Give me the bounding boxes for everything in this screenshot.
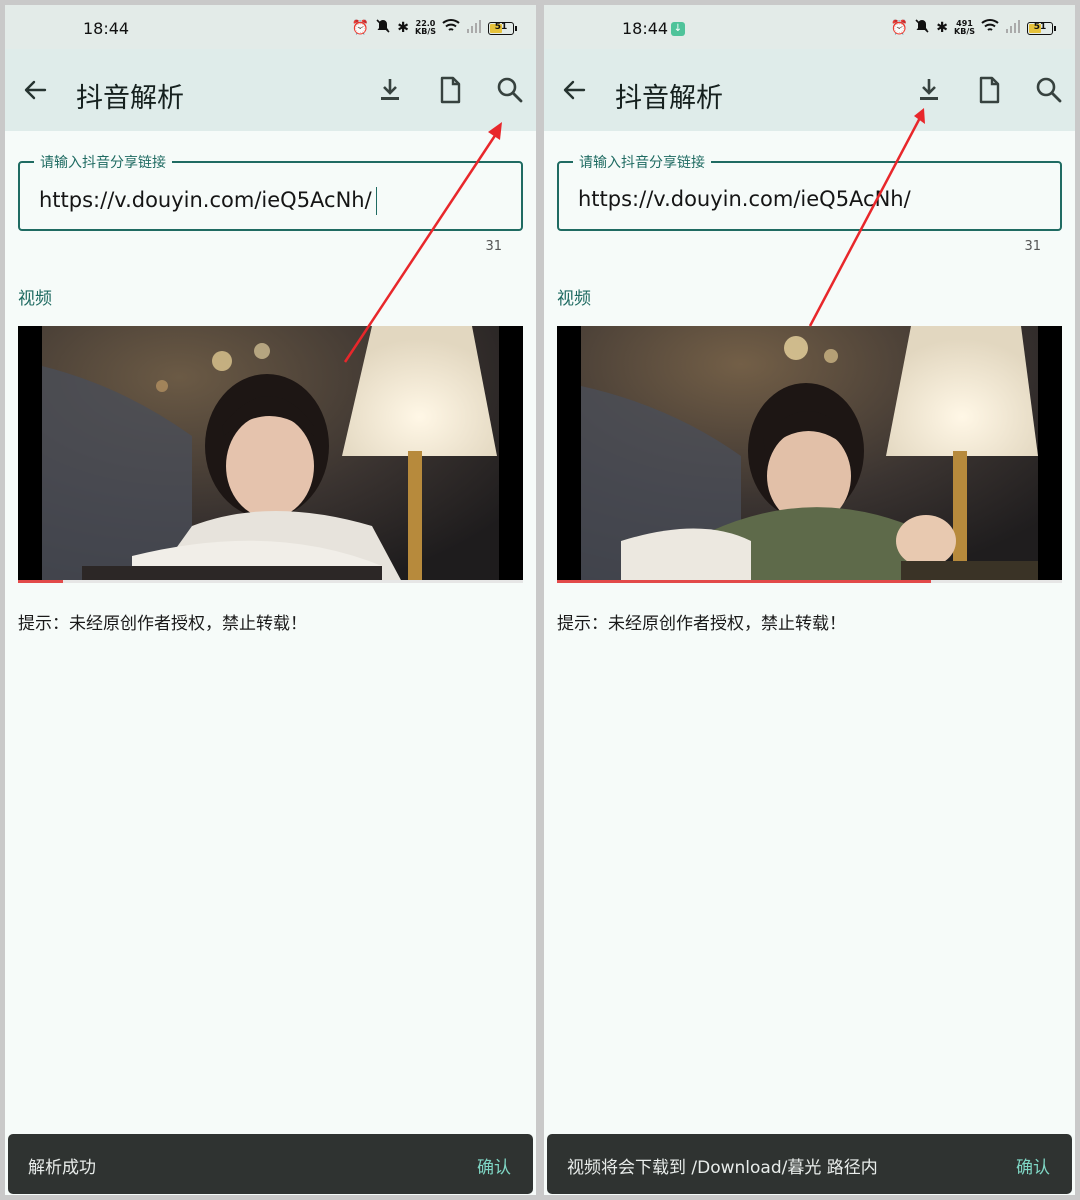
net-speed: 22.0 KB/S bbox=[415, 20, 436, 36]
bluetooth-icon: ✱ bbox=[397, 20, 410, 36]
video-progress-bar[interactable] bbox=[557, 580, 1062, 583]
snackbar-message: 视频将会下载到 /Download/暮光 路径内 bbox=[567, 1158, 878, 1178]
battery-icon: 51 bbox=[1027, 21, 1056, 35]
app-bar: 抖音解析 bbox=[5, 49, 536, 131]
char-counter: 31 bbox=[1024, 239, 1041, 254]
video-frame bbox=[581, 326, 1038, 582]
status-bar: 18:44 ⏰ ✱ 22.0 KB/S 51 bbox=[5, 5, 536, 49]
video-player[interactable] bbox=[557, 326, 1062, 582]
status-icons: ⏰ ✱ 22.0 KB/S 51 bbox=[351, 18, 517, 38]
snackbar: 视频将会下载到 /Download/暮光 路径内 确认 bbox=[547, 1134, 1072, 1194]
section-title-video: 视频 bbox=[557, 289, 591, 309]
video-progress-fill bbox=[557, 580, 931, 583]
copyright-hint: 提示：未经原创作者授权，禁止转载！ bbox=[18, 614, 307, 634]
file-icon[interactable] bbox=[973, 74, 1005, 106]
file-icon[interactable] bbox=[434, 74, 466, 106]
bluetooth-icon: ✱ bbox=[936, 20, 949, 36]
wifi-icon bbox=[442, 18, 460, 38]
text-caret bbox=[375, 187, 378, 215]
battery-tip bbox=[1054, 25, 1056, 31]
input-label: 请输入抖音分享链接 bbox=[34, 152, 172, 172]
copyright-hint: 提示：未经原创作者授权，禁止转载！ bbox=[557, 614, 846, 634]
page-title: 抖音解析 bbox=[76, 83, 184, 114]
battery-percent: 51 bbox=[494, 21, 508, 32]
video-player[interactable] bbox=[18, 326, 523, 582]
snackbar-confirm-button[interactable]: 确认 bbox=[477, 1153, 511, 1178]
battery-percent: 51 bbox=[1033, 21, 1047, 32]
download-icon[interactable] bbox=[913, 74, 945, 106]
douyin-link-input[interactable]: 请输入抖音分享链接 https://v.douyin.com/ieQ5AcNh/ bbox=[557, 152, 1062, 231]
search-icon[interactable] bbox=[494, 74, 526, 106]
input-value-text: https://v.douyin.com/ieQ5AcNh/ bbox=[39, 188, 372, 212]
search-icon[interactable] bbox=[1033, 74, 1065, 106]
battery-icon: 51 bbox=[488, 21, 517, 35]
back-arrow-icon[interactable] bbox=[19, 74, 51, 106]
signal-icon bbox=[466, 18, 482, 38]
video-progress-fill bbox=[18, 580, 64, 583]
snackbar: 解析成功 确认 bbox=[8, 1134, 533, 1194]
input-value[interactable]: https://v.douyin.com/ieQ5AcNh/ bbox=[578, 187, 911, 211]
phone-screen-left: 18:44 ⏰ ✱ 22.0 KB/S 51 抖音解析 请输入抖音分享链接 ht… bbox=[5, 5, 536, 1195]
net-speed-unit: KB/S bbox=[415, 27, 436, 36]
phone-screen-right: 18:44 ↓ ⏰ ✱ 491 KB/S 51 抖音解析 请输入抖音分享链接 h… bbox=[544, 5, 1075, 1195]
alarm-icon: ⏰ bbox=[351, 20, 370, 36]
video-frame bbox=[42, 326, 499, 582]
net-speed: 491 KB/S bbox=[954, 20, 975, 36]
char-counter: 31 bbox=[485, 239, 502, 254]
net-speed-unit: KB/S bbox=[954, 27, 975, 36]
download-icon[interactable] bbox=[374, 74, 406, 106]
status-time: 18:44 bbox=[83, 19, 130, 38]
snackbar-confirm-button[interactable]: 确认 bbox=[1016, 1153, 1050, 1178]
douyin-link-input[interactable]: 请输入抖音分享链接 https://v.douyin.com/ieQ5AcNh/ bbox=[18, 152, 523, 231]
status-icons: ⏰ ✱ 491 KB/S 51 bbox=[890, 18, 1056, 38]
snackbar-message: 解析成功 bbox=[28, 1158, 96, 1178]
input-label: 请输入抖音分享链接 bbox=[573, 152, 711, 172]
mute-icon bbox=[375, 18, 391, 38]
page-title: 抖音解析 bbox=[615, 83, 723, 114]
download-indicator-icon: ↓ bbox=[671, 22, 685, 36]
status-time: 18:44 bbox=[622, 19, 669, 38]
video-progress-bar[interactable] bbox=[18, 580, 523, 583]
battery-tip bbox=[515, 25, 517, 31]
alarm-icon: ⏰ bbox=[890, 20, 909, 36]
back-arrow-icon[interactable] bbox=[558, 74, 590, 106]
signal-icon bbox=[1005, 18, 1021, 38]
status-bar: 18:44 ↓ ⏰ ✱ 491 KB/S 51 bbox=[544, 5, 1075, 49]
wifi-icon bbox=[981, 18, 999, 38]
mute-icon bbox=[914, 18, 930, 38]
app-bar: 抖音解析 bbox=[544, 49, 1075, 131]
input-value[interactable]: https://v.douyin.com/ieQ5AcNh/ bbox=[39, 187, 378, 215]
section-title-video: 视频 bbox=[18, 289, 52, 309]
